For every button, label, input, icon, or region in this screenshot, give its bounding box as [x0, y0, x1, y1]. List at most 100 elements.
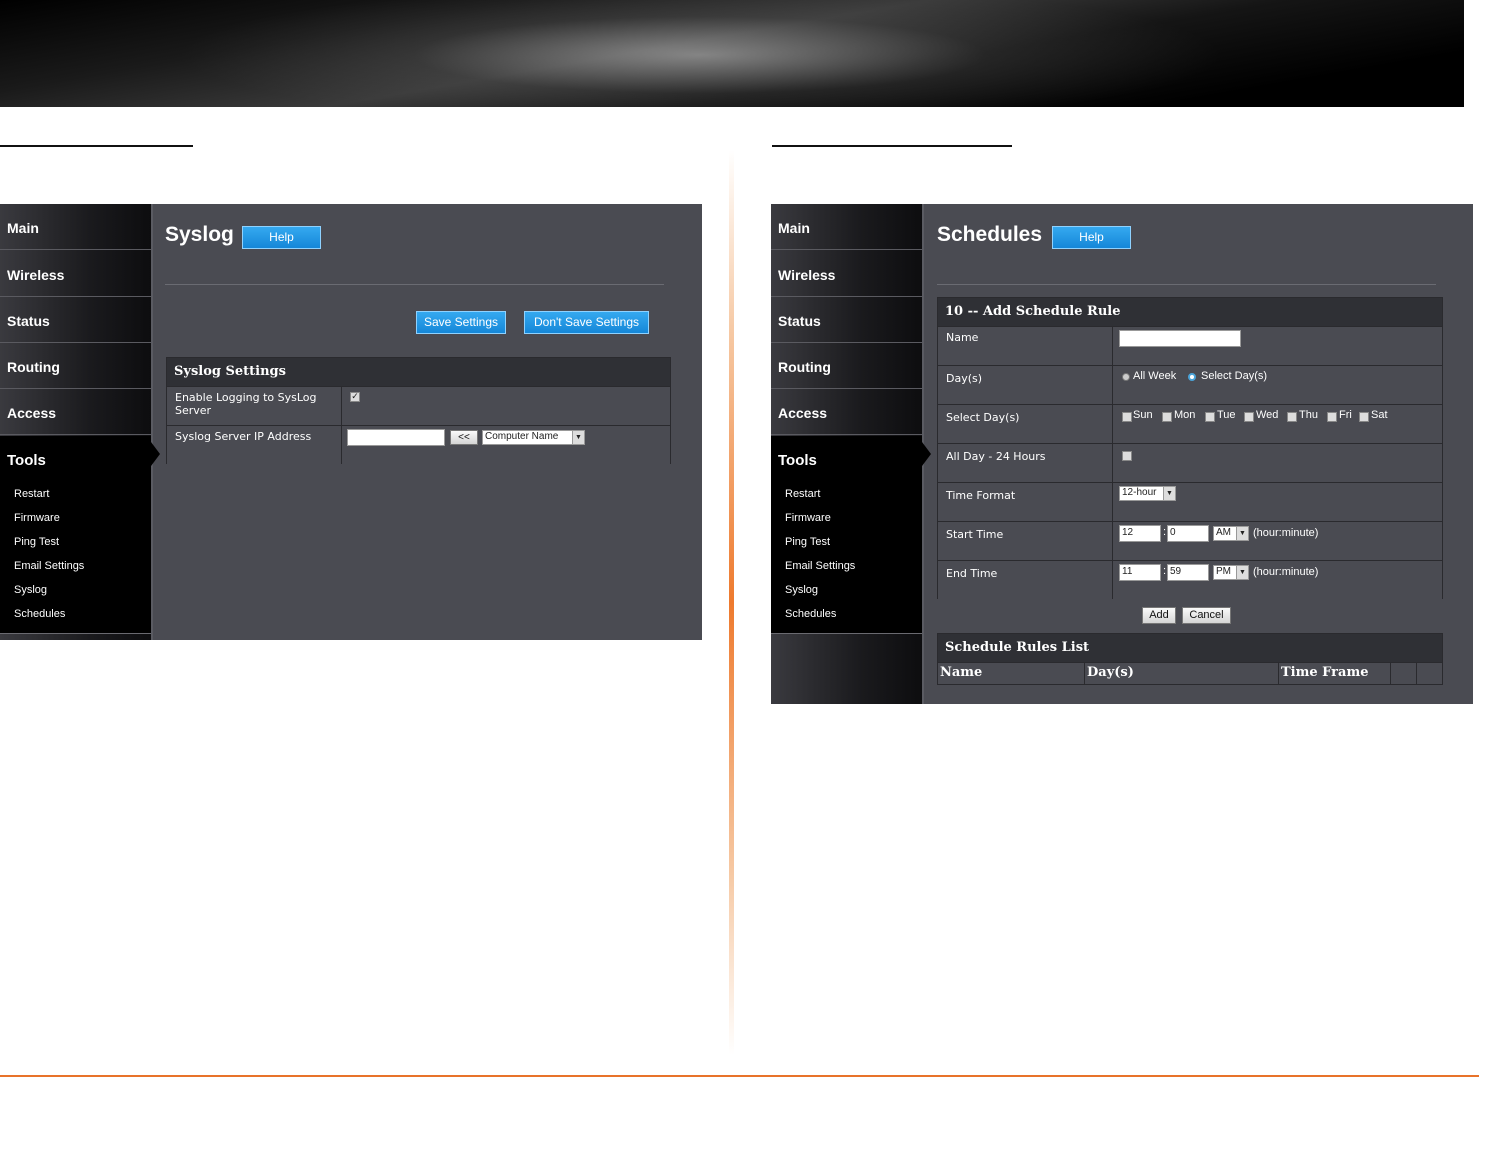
save-settings-button[interactable]: Save Settings: [416, 311, 506, 334]
all-day-checkbox[interactable]: [1122, 451, 1132, 461]
nav-tools-label: Tools: [778, 452, 817, 469]
select-days-label: Select Day(s): [946, 411, 1020, 424]
column-separator: [1112, 561, 1113, 599]
start-ampm-select[interactable]: AM ▼: [1213, 526, 1249, 541]
column-header-name: Name: [940, 665, 983, 680]
column-separator: [1112, 444, 1113, 482]
day-label-wed: Wed: [1256, 409, 1279, 421]
subnav-email-settings[interactable]: Email Settings: [785, 560, 855, 572]
start-time-label: Start Time: [946, 528, 1004, 541]
select-days-row: Select Day(s) Sun Mon Tue Wed Thu Fri Sa…: [938, 404, 1442, 443]
time-format-value: 12-hour: [1122, 487, 1157, 498]
nav-tools[interactable]: Tools: [771, 436, 922, 634]
subnav-ping-test[interactable]: Ping Test: [14, 536, 59, 548]
start-time-hint: (hour:minute): [1253, 527, 1319, 539]
day-checkbox-mon[interactable]: [1162, 412, 1172, 422]
nav-access-label: Access: [778, 405, 828, 421]
nav-status[interactable]: Status: [771, 297, 922, 343]
all-week-radio[interactable]: [1122, 373, 1130, 381]
nav-wireless[interactable]: Wireless: [0, 251, 151, 297]
list-title: Schedule Rules List: [938, 634, 1442, 662]
title-divider: [937, 284, 1436, 285]
day-checkbox-tue[interactable]: [1205, 412, 1215, 422]
sidebar-divider: [0, 633, 151, 634]
start-minute-input[interactable]: 0: [1167, 525, 1209, 542]
end-ampm-select[interactable]: PM ▼: [1213, 565, 1249, 580]
nav-wireless[interactable]: Wireless: [771, 251, 922, 297]
day-checkbox-sun[interactable]: [1122, 412, 1132, 422]
time-format-select[interactable]: 12-hour ▼: [1119, 486, 1176, 501]
column-separator: [341, 387, 342, 425]
nav-tools[interactable]: Tools: [0, 436, 151, 634]
rule-name-input[interactable]: [1119, 330, 1241, 347]
nav-main-label: Main: [7, 220, 39, 236]
nav-tools-label: Tools: [7, 452, 46, 469]
nav-status[interactable]: Status: [0, 297, 151, 343]
active-nav-pointer: [922, 442, 931, 466]
column-header-time-frame: Time Frame: [1281, 665, 1369, 680]
nav-wireless-label: Wireless: [7, 267, 65, 283]
dont-save-settings-button[interactable]: Don't Save Settings: [524, 311, 649, 334]
page-title: Schedules: [937, 223, 1043, 246]
computer-name-select-value: Computer Name: [485, 431, 559, 442]
enable-logging-checkbox[interactable]: ✓: [350, 392, 360, 402]
nav-main[interactable]: Main: [0, 204, 151, 250]
help-button[interactable]: Help: [242, 226, 321, 249]
day-checkbox-wed[interactable]: [1244, 412, 1254, 422]
chevron-down-icon: ▼: [1163, 487, 1175, 500]
list-header-row: Name Day(s) Time Frame: [938, 662, 1442, 684]
subnav-firmware[interactable]: Firmware: [785, 512, 831, 524]
nav-access[interactable]: Access: [0, 389, 151, 435]
chevron-down-icon: ▼: [572, 431, 584, 444]
nav-main[interactable]: Main: [771, 204, 922, 250]
day-label-tue: Tue: [1217, 409, 1236, 421]
schedules-panel: Main Wireless Status Routing Access Tool…: [771, 204, 1473, 704]
active-nav-pointer: [151, 442, 160, 466]
end-hour-input[interactable]: 11: [1119, 564, 1161, 581]
enable-logging-row: Enable Logging to SysLog Server ✓: [167, 386, 670, 425]
nav-routing[interactable]: Routing: [771, 343, 922, 389]
schedule-rules-list: Schedule Rules List Name Day(s) Time Fra…: [937, 633, 1443, 685]
page-title: Syslog: [165, 223, 234, 246]
subnav-syslog[interactable]: Syslog: [14, 584, 47, 596]
subnav-email-settings[interactable]: Email Settings: [14, 560, 84, 572]
time-colon: :: [1163, 526, 1167, 538]
subnav-syslog[interactable]: Syslog: [785, 584, 818, 596]
nav-wireless-label: Wireless: [778, 267, 836, 283]
subnav-schedules[interactable]: Schedules: [14, 608, 65, 620]
select-days-radio[interactable]: [1188, 373, 1196, 381]
server-ip-input[interactable]: [347, 429, 445, 446]
subnav-restart[interactable]: Restart: [785, 488, 820, 500]
nav-main-label: Main: [778, 220, 810, 236]
day-checkbox-fri[interactable]: [1327, 412, 1337, 422]
add-button[interactable]: Add: [1142, 607, 1176, 624]
day-label-thu: Thu: [1299, 409, 1318, 421]
all-day-label: All Day - 24 Hours: [946, 450, 1046, 463]
days-label: Day(s): [946, 372, 983, 385]
start-hour-input[interactable]: 12: [1119, 525, 1161, 542]
nav-access[interactable]: Access: [771, 389, 922, 435]
nav-routing[interactable]: Routing: [0, 343, 151, 389]
sidebar: Main Wireless Status Routing Access Tool…: [0, 204, 153, 640]
enable-logging-label: Enable Logging to SysLog Server: [175, 391, 317, 417]
end-time-hint: (hour:minute): [1253, 566, 1319, 578]
rule-title: 10 -- Add Schedule Rule: [938, 298, 1442, 326]
cancel-button[interactable]: Cancel: [1182, 607, 1231, 624]
copy-computer-button[interactable]: <<: [450, 430, 478, 445]
subnav-firmware[interactable]: Firmware: [14, 512, 60, 524]
day-checkbox-sat[interactable]: [1359, 412, 1369, 422]
server-ip-row: Syslog Server IP Address << Computer Nam…: [167, 425, 670, 464]
computer-name-select[interactable]: Computer Name ▼: [482, 430, 585, 445]
day-checkbox-thu[interactable]: [1287, 412, 1297, 422]
column-separator: [1112, 405, 1113, 443]
start-time-row: Start Time 12 : 0 AM ▼ (hour:minute): [938, 521, 1442, 560]
section-title: Syslog Settings: [167, 358, 670, 386]
name-row: Name: [938, 326, 1442, 365]
end-minute-input[interactable]: 59: [1167, 564, 1209, 581]
help-button[interactable]: Help: [1052, 226, 1131, 249]
subnav-schedules[interactable]: Schedules: [785, 608, 836, 620]
subnav-ping-test[interactable]: Ping Test: [785, 536, 830, 548]
name-label: Name: [946, 331, 979, 344]
end-time-label: End Time: [946, 567, 998, 580]
subnav-restart[interactable]: Restart: [14, 488, 49, 500]
